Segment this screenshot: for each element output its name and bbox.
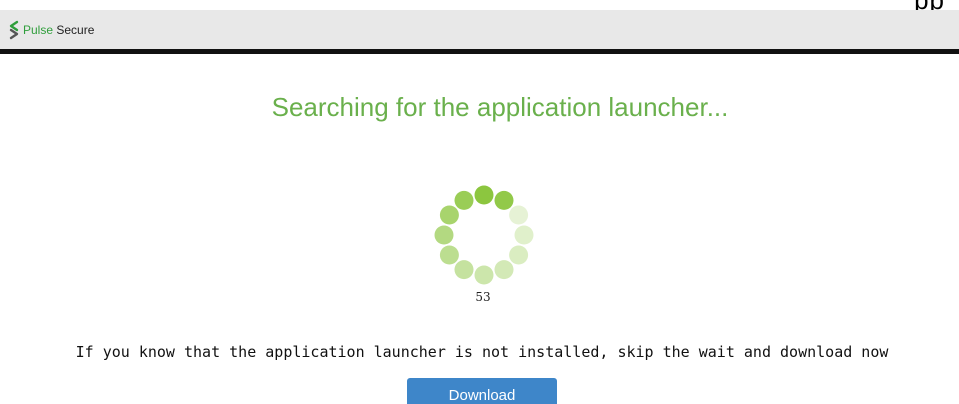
brand-name: Pulse Secure	[23, 23, 94, 37]
spinner-dot	[509, 205, 529, 225]
spinner-dot	[454, 260, 474, 280]
spinner-dot	[494, 190, 514, 210]
header-divider	[0, 49, 959, 54]
spinner-dot	[439, 245, 459, 265]
brand-name-secondary: Secure	[56, 23, 95, 37]
spinner-dot	[439, 205, 459, 225]
header-bar	[0, 10, 959, 49]
cropped-text-fragment: pp	[914, 0, 945, 10]
spinner-dot	[514, 225, 534, 245]
loading-spinner-icon	[434, 185, 534, 285]
spinner-dot	[454, 190, 474, 210]
spinner-dot	[474, 185, 494, 205]
page-title: Searching for the application launcher..…	[271, 92, 729, 122]
spinner-dot	[434, 225, 454, 245]
cropped-window-edge: pp	[0, 0, 959, 10]
pulse-secure-logo: Pulse Secure	[8, 20, 94, 40]
spinner-dot	[509, 245, 529, 265]
pulse-secure-logo-icon	[9, 20, 19, 40]
countdown-counter: 53	[475, 290, 491, 304]
spinner-dot	[474, 265, 494, 285]
download-button[interactable]: Download	[407, 378, 557, 404]
skip-wait-message: If you know that the application launche…	[75, 343, 889, 361]
spinner-dot	[494, 260, 514, 280]
spinner-dots	[434, 185, 534, 285]
brand-name-primary: Pulse	[23, 23, 54, 37]
